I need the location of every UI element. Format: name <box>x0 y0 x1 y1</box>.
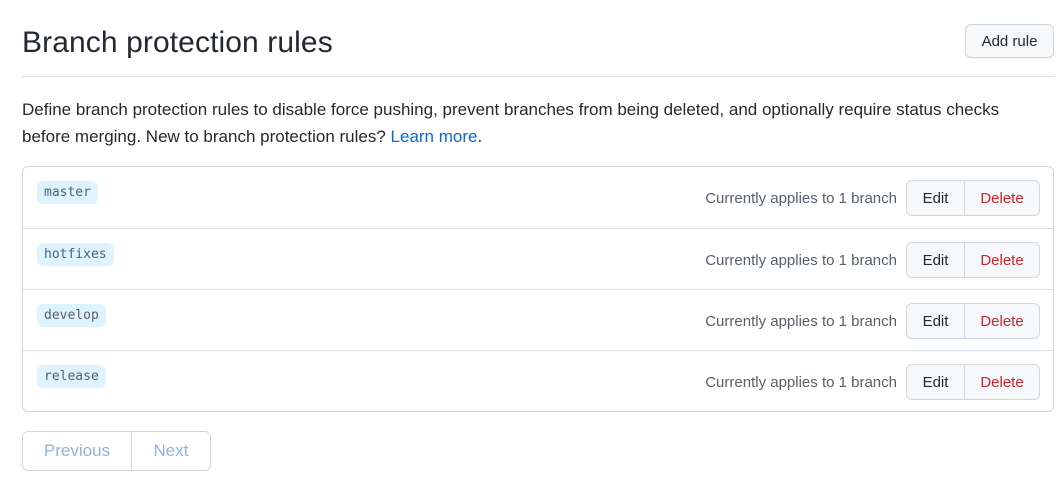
edit-button[interactable]: Edit <box>907 365 965 399</box>
page-title: Branch protection rules <box>22 26 333 59</box>
rule-actions: Edit Delete <box>906 303 1040 339</box>
branch-name-badge[interactable]: master <box>37 181 98 204</box>
applies-text: Currently applies to 1 branch <box>705 374 897 391</box>
rule-actions: Edit Delete <box>906 364 1040 400</box>
learn-more-link[interactable]: Learn more <box>391 127 478 146</box>
rule-row: hotfixes Currently applies to 1 branch E… <box>23 228 1053 289</box>
rule-row: master Currently applies to 1 branch Edi… <box>23 167 1053 228</box>
previous-page-button[interactable]: Previous <box>23 432 132 470</box>
edit-button[interactable]: Edit <box>907 243 965 277</box>
branch-name-badge[interactable]: hotfixes <box>37 243 114 266</box>
description-text: Define branch protection rules to disabl… <box>22 100 1000 146</box>
rule-actions: Edit Delete <box>906 180 1040 216</box>
delete-button[interactable]: Delete <box>965 181 1039 215</box>
branch-protection-page: Branch protection rules Add rule Define … <box>0 0 1058 483</box>
page-description: Define branch protection rules to disabl… <box>22 96 1042 150</box>
delete-button[interactable]: Delete <box>965 365 1039 399</box>
branch-name-badge[interactable]: develop <box>37 304 106 327</box>
next-page-button[interactable]: Next <box>132 432 210 470</box>
rule-actions: Edit Delete <box>906 242 1040 278</box>
pagination: Previous Next <box>22 431 211 471</box>
edit-button[interactable]: Edit <box>907 304 965 338</box>
add-rule-button[interactable]: Add rule <box>965 24 1054 58</box>
applies-text: Currently applies to 1 branch <box>705 252 897 269</box>
delete-button[interactable]: Delete <box>965 304 1039 338</box>
rules-list: master Currently applies to 1 branch Edi… <box>22 166 1054 412</box>
page-header: Branch protection rules Add rule <box>22 0 1054 77</box>
edit-button[interactable]: Edit <box>907 181 965 215</box>
applies-text: Currently applies to 1 branch <box>705 190 897 207</box>
branch-name-badge[interactable]: release <box>37 365 106 388</box>
delete-button[interactable]: Delete <box>965 243 1039 277</box>
applies-text: Currently applies to 1 branch <box>705 313 897 330</box>
rule-row: release Currently applies to 1 branch Ed… <box>23 350 1053 411</box>
description-trailing: . <box>477 127 483 146</box>
rule-row: develop Currently applies to 1 branch Ed… <box>23 289 1053 350</box>
